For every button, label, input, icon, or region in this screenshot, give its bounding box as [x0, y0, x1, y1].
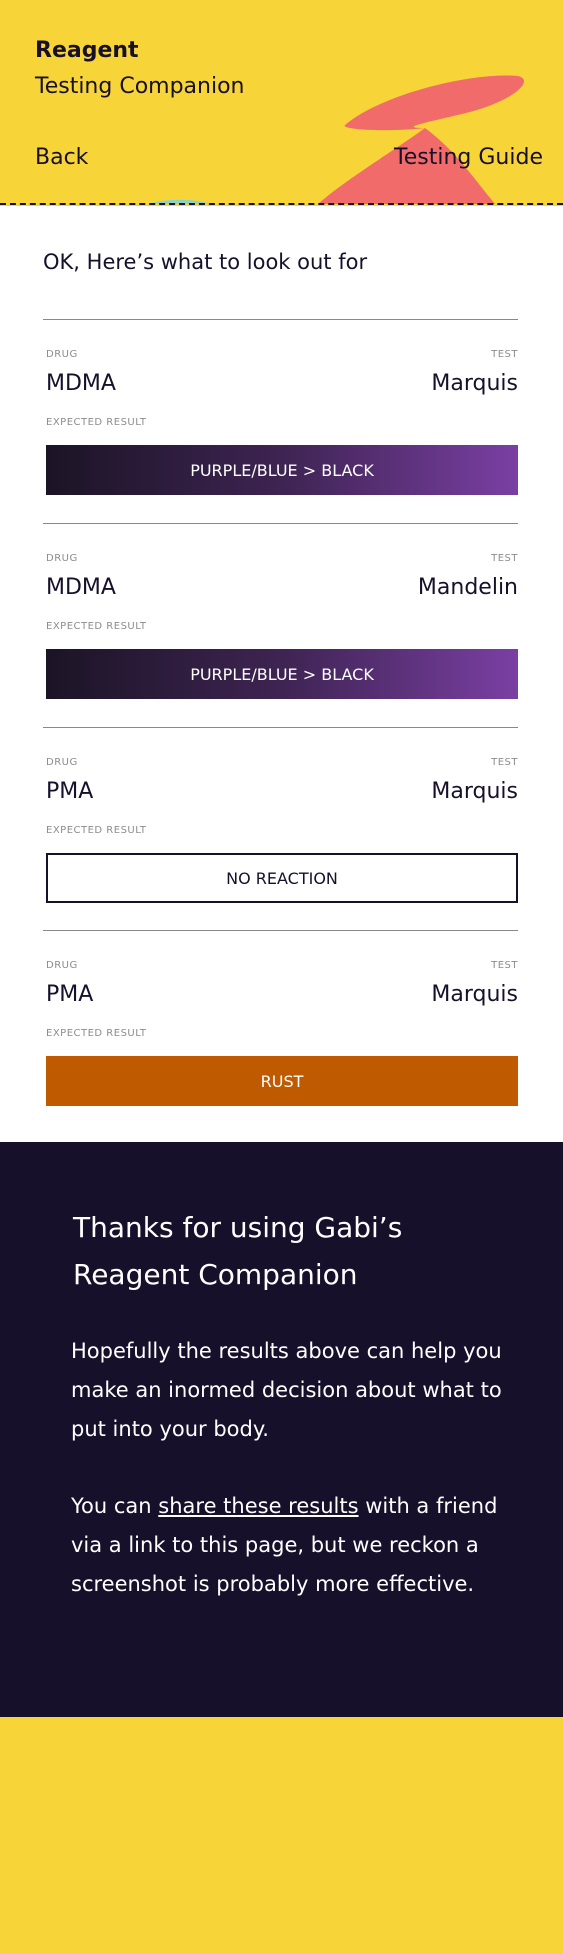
thanks-paragraph: Hopefully the results above can help you… [71, 1339, 502, 1441]
drug-label: DRUG [46, 349, 78, 360]
results-section: OK, Here’s what to look out for DRUG TES… [0, 206, 563, 1142]
expected-result-swatch: PURPLE/BLUE > BLACK [46, 649, 518, 699]
drug-name: PMA [46, 982, 94, 1007]
result-card: DRUG TEST MDMA Mandelin EXPECTED RESULT … [43, 523, 518, 703]
testing-guide-link[interactable]: Testing Guide [394, 145, 543, 170]
test-name: Marquis [431, 982, 518, 1007]
drug-label: DRUG [46, 960, 78, 971]
thanks-heading: Thanks for using Gabi’s Reagent Companio… [73, 1211, 403, 1291]
expected-result-label: EXPECTED RESULT [46, 825, 147, 836]
back-link[interactable]: Back [35, 145, 88, 170]
drug-name: MDMA [46, 371, 116, 396]
card-divider [43, 727, 518, 728]
expected-result-label: EXPECTED RESULT [46, 417, 147, 428]
header-divider [0, 203, 563, 205]
card-divider [43, 319, 518, 320]
card-divider [43, 523, 518, 524]
expected-result-label: EXPECTED RESULT [46, 1028, 147, 1039]
expected-result-swatch: RUST [46, 1056, 518, 1106]
test-label: TEST [491, 349, 518, 360]
decorative-shape [150, 75, 525, 204]
app-subtitle: Testing Companion [35, 74, 245, 99]
result-card: DRUG TEST PMA Marquis EXPECTED RESULT NO… [43, 727, 518, 907]
expected-result-label: EXPECTED RESULT [46, 621, 147, 632]
test-name: Mandelin [417, 575, 518, 600]
result-card: DRUG TEST PMA Marquis EXPECTED RESULT RU… [43, 930, 518, 1110]
expected-result-swatch: NO REACTION [46, 853, 518, 903]
share-paragraph: You can share these results with a frien… [71, 1487, 511, 1604]
test-name: Marquis [431, 371, 518, 396]
intro-heading: OK, Here’s what to look out for [43, 250, 368, 274]
test-label: TEST [491, 960, 518, 971]
share-text-before: You can [71, 1494, 159, 1518]
app-title: Reagent [35, 38, 139, 63]
result-card: DRUG TEST MDMA Marquis EXPECTED RESULT P… [43, 319, 518, 499]
drug-name: MDMA [46, 575, 116, 600]
drug-label: DRUG [46, 757, 78, 768]
test-label: TEST [491, 757, 518, 768]
test-label: TEST [491, 553, 518, 564]
test-name: Marquis [431, 779, 518, 804]
card-divider [43, 930, 518, 931]
app-header: Reagent Testing Companion Back Testing G… [0, 0, 563, 204]
thanks-section: Thanks for using Gabi’s Reagent Companio… [0, 1142, 563, 1717]
share-results-link[interactable]: share these results [158, 1494, 358, 1518]
expected-result-swatch: PURPLE/BLUE > BLACK [46, 445, 518, 495]
drug-label: DRUG [46, 553, 78, 564]
drug-name: PMA [46, 779, 94, 804]
